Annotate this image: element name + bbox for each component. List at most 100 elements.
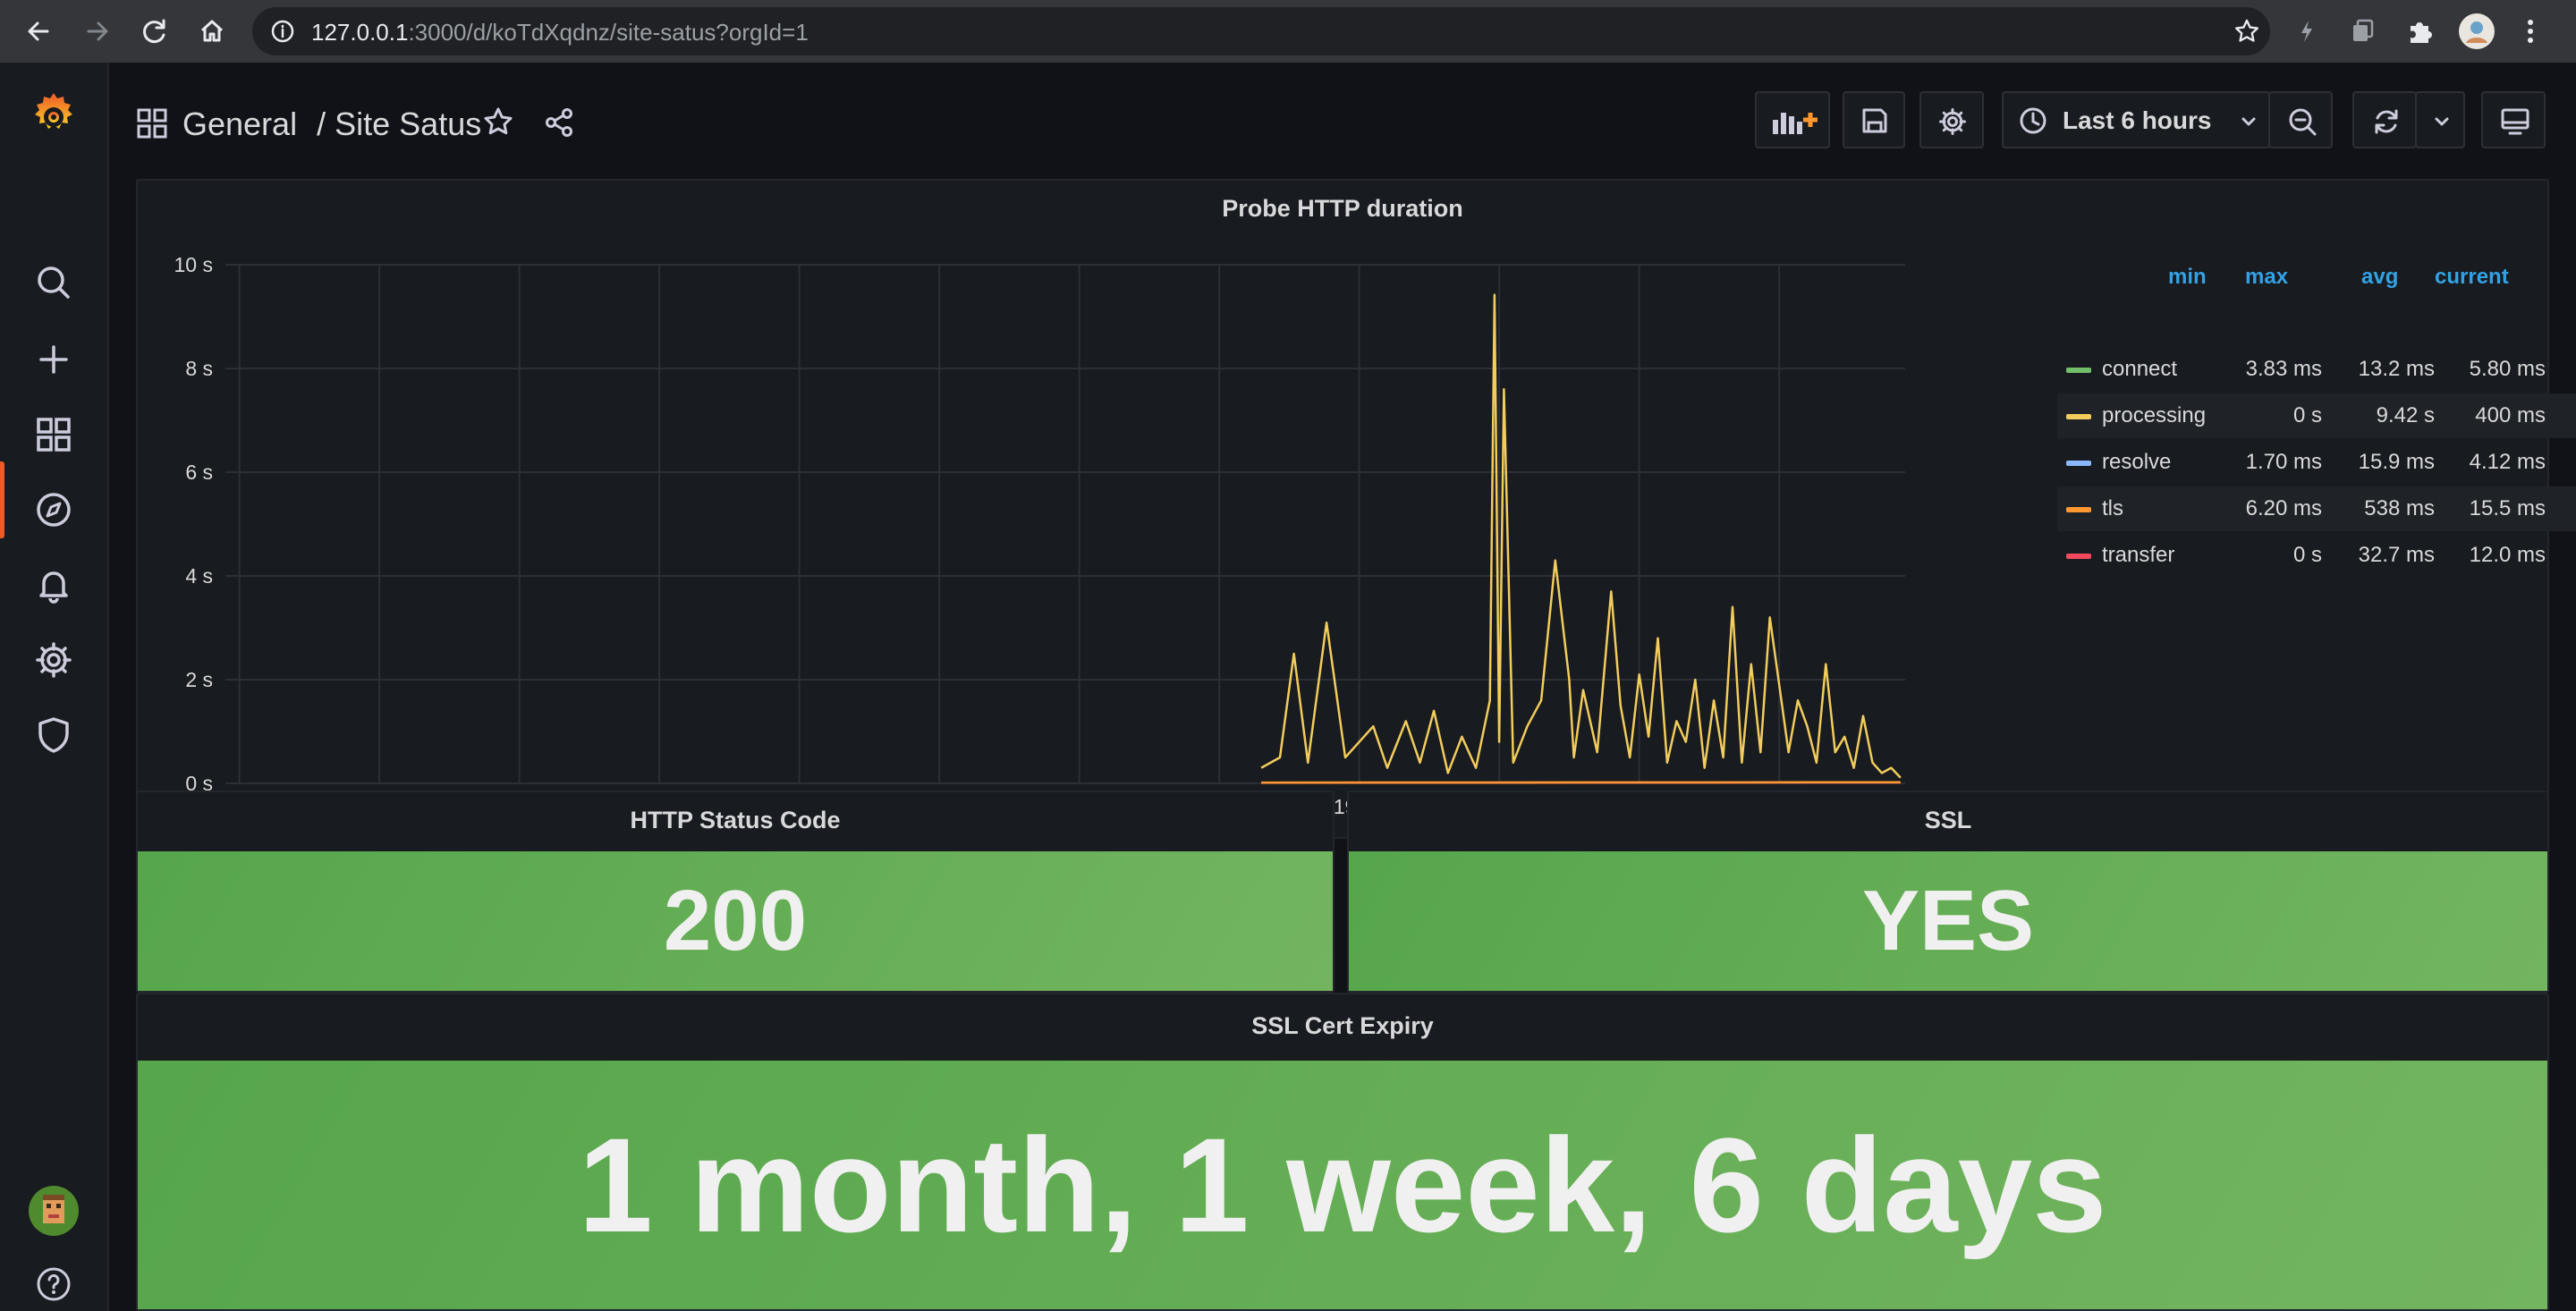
legend-max-value: 32.7 ms xyxy=(2358,543,2435,567)
legend-header-current[interactable]: current xyxy=(2435,265,2509,290)
zoom-out-button[interactable] xyxy=(2268,91,2333,148)
y-tick-label: 10 s xyxy=(174,253,213,276)
legend-series-name[interactable]: resolve xyxy=(2102,450,2171,475)
legend-row-transfer[interactable]: transfer 0 s 32.7 ms 12.0 ms 18.1 ms xyxy=(2057,533,2576,578)
chevron-down-icon xyxy=(2241,117,2256,126)
legend-header-avg[interactable]: avg xyxy=(2361,265,2398,290)
save-dashboard-button[interactable] xyxy=(1843,91,1905,148)
legend-series-name[interactable]: processing xyxy=(2102,403,2206,428)
lightning-icon xyxy=(2301,21,2312,42)
legend-avg-value: 4.12 ms xyxy=(2469,450,2546,474)
sidebar xyxy=(0,63,109,1311)
add-panel-icon xyxy=(1773,113,1818,134)
legend-row-processing[interactable]: processing 0 s 9.42 s 400 ms 110 ms xyxy=(2057,393,2576,438)
legend-header-max[interactable]: max xyxy=(2245,265,2288,290)
page-title[interactable]: Site Satus xyxy=(335,106,481,142)
panel-title[interactable]: HTTP Status Code xyxy=(138,807,1333,834)
status-code-value: 200 xyxy=(138,851,1333,991)
ssl-panel: SSL YES xyxy=(1347,791,2549,993)
dashboards-icon xyxy=(137,108,167,139)
legend-max-value: 15.9 ms xyxy=(2358,450,2435,474)
zoom-out-icon xyxy=(2289,108,2317,136)
puzzle-icon xyxy=(2411,22,2432,43)
sidebar-item-create[interactable] xyxy=(32,338,75,381)
y-tick-label: 8 s xyxy=(185,357,213,380)
legend-avg-value: 15.5 ms xyxy=(2469,496,2546,520)
panel-title[interactable]: SSL xyxy=(1349,807,2547,834)
legend-avg-value: 12.0 ms xyxy=(2469,543,2546,567)
legend-row-tls[interactable]: tls 6.20 ms 538 ms 15.5 ms 22.1 ms xyxy=(2057,486,2576,531)
legend-swatch[interactable] xyxy=(2066,414,2091,419)
browser-menu-button[interactable] xyxy=(2510,11,2551,52)
legend-swatch[interactable] xyxy=(2066,461,2091,466)
home-icon xyxy=(200,20,224,42)
bookmark-star-icon[interactable] xyxy=(2233,17,2261,46)
arrow-left-icon xyxy=(28,21,49,41)
sidebar-item-configuration[interactable] xyxy=(32,639,75,681)
sidebar-item-help[interactable] xyxy=(32,1263,75,1306)
legend-series-name[interactable]: connect xyxy=(2102,357,2177,382)
reload-button[interactable] xyxy=(134,11,175,52)
sidebar-item-server-admin[interactable] xyxy=(32,714,75,757)
legend-current-value: 13.2 ms xyxy=(2560,357,2576,382)
compass-icon xyxy=(37,493,71,527)
sidebar-item-search[interactable] xyxy=(32,261,75,304)
y-tick-label: 4 s xyxy=(185,564,213,588)
home-button[interactable] xyxy=(191,11,233,52)
add-panel-button[interactable] xyxy=(1755,91,1830,148)
info-icon[interactable] xyxy=(270,19,295,44)
forward-button[interactable] xyxy=(77,11,118,52)
legend-swatch[interactable] xyxy=(2066,554,2091,559)
star-icon[interactable] xyxy=(481,106,515,140)
legend-swatch[interactable] xyxy=(2066,368,2091,373)
tv-mode-button[interactable] xyxy=(2481,91,2546,148)
legend-min-value: 0 s xyxy=(2292,543,2322,567)
save-icon xyxy=(1862,108,1887,133)
legend-min-value: 6.20 ms xyxy=(2245,496,2322,520)
legend-current-value: 110 ms xyxy=(2560,403,2576,428)
extension-button[interactable] xyxy=(2286,11,2327,52)
refresh-icon xyxy=(2375,109,2398,134)
back-button[interactable] xyxy=(18,11,59,52)
legend-min-value: 1.70 ms xyxy=(2245,450,2322,474)
extensions-button[interactable] xyxy=(2399,11,2440,52)
legend-avg-value: 400 ms xyxy=(2475,403,2546,427)
legend-row-resolve[interactable]: resolve 1.70 ms 15.9 ms 4.12 ms 2.18 ms xyxy=(2057,440,2576,485)
refresh-interval-button[interactable] xyxy=(2415,91,2465,148)
sidebar-item-explore[interactable] xyxy=(32,488,75,531)
profile-avatar[interactable] xyxy=(2456,11,2497,52)
legend-current-value: 22.1 ms xyxy=(2560,496,2576,521)
time-picker-button[interactable]: Last 6 hours xyxy=(2002,91,2270,148)
breadcrumb-folder[interactable]: General xyxy=(182,106,297,142)
sidebar-item-alerting[interactable] xyxy=(32,563,75,606)
legend-series-name[interactable]: tls xyxy=(2102,496,2123,521)
reload-icon xyxy=(143,19,165,44)
dashboard-settings-button[interactable] xyxy=(1919,91,1984,148)
arrow-right-icon xyxy=(87,21,108,41)
plus-icon xyxy=(39,345,68,374)
legend-min-value: 0 s xyxy=(2292,403,2322,427)
share-icon[interactable] xyxy=(542,106,576,140)
dashboard-main: General / Site Satus Last 6 hours Probe … xyxy=(109,63,2576,1311)
shield-icon xyxy=(38,717,69,753)
chevron-down-icon xyxy=(2435,117,2449,126)
user-avatar[interactable] xyxy=(29,1186,79,1236)
refresh-button[interactable] xyxy=(2352,91,2417,148)
series-line-processing xyxy=(1260,293,1902,779)
legend-swatch[interactable] xyxy=(2066,507,2091,512)
y-tick-label: 6 s xyxy=(185,461,213,484)
address-bar[interactable]: 127.0.0.1:3000/d/koTdXqdnz/site-satus?or… xyxy=(252,7,2270,55)
panel-title[interactable]: SSL Cert Expiry xyxy=(138,1012,2547,1040)
grafana-logo[interactable] xyxy=(32,89,75,132)
sidebar-item-dashboards[interactable] xyxy=(32,413,75,456)
extension-button[interactable] xyxy=(2342,11,2383,52)
ssl-value: YES xyxy=(1349,851,2547,991)
more-vertical-icon xyxy=(2528,20,2533,43)
clock-icon xyxy=(2020,107,2046,134)
legend-series-name[interactable]: transfer xyxy=(2102,543,2174,568)
url-host: 127.0.0.1 xyxy=(311,19,409,46)
legend-min-value: 3.83 ms xyxy=(2245,357,2322,381)
legend-header-min[interactable]: min xyxy=(2168,265,2207,290)
avatar xyxy=(29,1186,79,1236)
legend-row-connect[interactable]: connect 3.83 ms 13.2 ms 5.80 ms 13.2 ms xyxy=(2057,347,2576,392)
